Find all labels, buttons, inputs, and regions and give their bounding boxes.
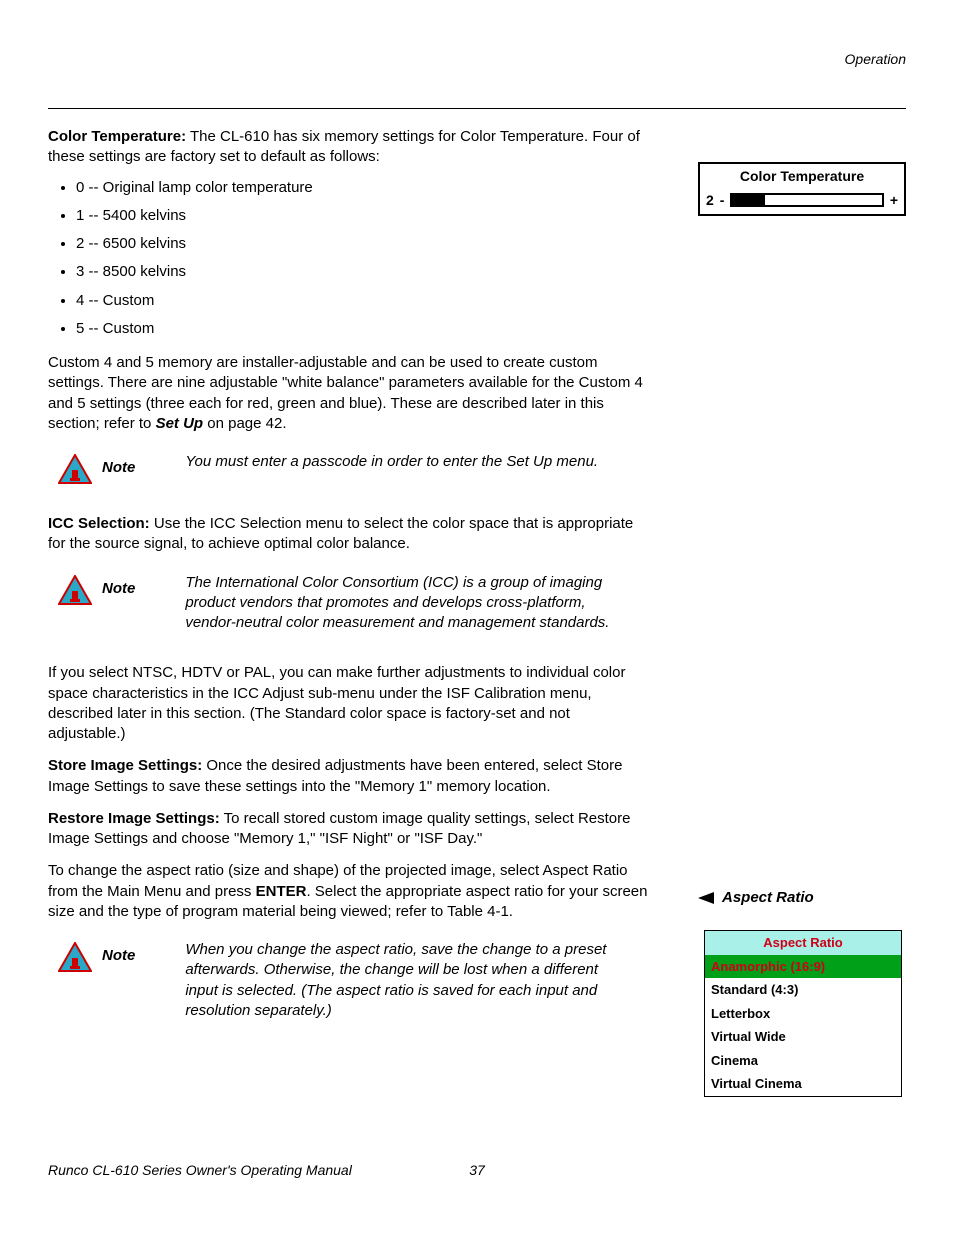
color-temp-title: Color Temperature xyxy=(700,164,904,189)
note-text: The International Color Consortium (ICC)… xyxy=(185,573,615,634)
aspect-menu-title: Aspect Ratio xyxy=(705,930,901,955)
list-item: 1 -- 5400 kelvins xyxy=(76,206,648,226)
note-label: Note xyxy=(102,579,135,599)
icc-paragraph: ICC Selection: Use the ICC Selection men… xyxy=(48,514,648,555)
list-item: 2 -- 6500 kelvins xyxy=(76,234,648,254)
warning-icon xyxy=(58,942,92,972)
arrow-left-icon xyxy=(698,892,714,904)
aspect-ratio-menu: Aspect Ratio Anamorphic (16:9) Standard … xyxy=(704,930,902,1097)
ct-setting-list: 0 -- Original lamp color temperature 1 -… xyxy=(76,178,648,340)
store-heading: Store Image Settings: xyxy=(48,757,202,774)
plus-icon[interactable]: + xyxy=(890,191,898,210)
warning-icon xyxy=(58,454,92,484)
note-block-2: Note The International Color Consortium … xyxy=(58,573,648,634)
icc-heading: ICC Selection: xyxy=(48,515,150,532)
section-header: Operation xyxy=(845,50,906,69)
note-label: Note xyxy=(102,458,135,478)
aspect-item-standard[interactable]: Standard (4:3) xyxy=(705,978,901,1002)
minus-icon[interactable]: - xyxy=(720,191,725,210)
color-temp-slider-row: 2 - + xyxy=(700,189,904,214)
text: on page 42. xyxy=(203,415,286,432)
warning-icon xyxy=(58,575,92,605)
page-number: 37 xyxy=(48,1161,906,1180)
footer: Runco CL-610 Series Owner's Operating Ma… xyxy=(48,1161,906,1180)
sidebar: Color Temperature 2 - + Aspect Ratio Asp… xyxy=(698,162,906,1097)
enter-label: ENTER xyxy=(256,883,307,900)
list-item: 5 -- Custom xyxy=(76,319,648,339)
color-temp-widget: Color Temperature 2 - + xyxy=(698,162,906,216)
aspect-item-letterbox[interactable]: Letterbox xyxy=(705,1002,901,1026)
aspect-item-cinema[interactable]: Cinema xyxy=(705,1049,901,1073)
aspect-item-anamorphic[interactable]: Anamorphic (16:9) xyxy=(705,955,901,979)
note-block-1: Note You must enter a passcode in order … xyxy=(58,452,648,484)
note-block-3: Note When you change the aspect ratio, s… xyxy=(58,940,648,1021)
list-item: 3 -- 8500 kelvins xyxy=(76,262,648,282)
color-temp-fill xyxy=(732,195,765,205)
color-temp-value: 2 xyxy=(706,191,714,210)
ct-custom-paragraph: Custom 4 and 5 memory are installer-adju… xyxy=(48,353,648,434)
ct-paragraph: Color Temperature: The CL-610 has six me… xyxy=(48,127,648,168)
aspect-heading-text: Aspect Ratio xyxy=(722,888,814,908)
aspect-item-virtual-wide[interactable]: Virtual Wide xyxy=(705,1025,901,1049)
setup-link[interactable]: Set Up xyxy=(156,415,204,432)
restore-heading: Restore Image Settings: xyxy=(48,810,220,827)
restore-paragraph: Restore Image Settings: To recall stored… xyxy=(48,809,648,850)
aspect-item-virtual-cinema[interactable]: Virtual Cinema xyxy=(705,1072,901,1096)
aspect-paragraph: To change the aspect ratio (size and sha… xyxy=(48,861,648,922)
store-paragraph: Store Image Settings: Once the desired a… xyxy=(48,756,648,797)
note-text: When you change the aspect ratio, save t… xyxy=(185,940,615,1021)
rule xyxy=(48,108,906,109)
aspect-ratio-heading: Aspect Ratio xyxy=(698,888,906,908)
note-text: You must enter a passcode in order to en… xyxy=(185,452,615,472)
main-content: Color Temperature: The CL-610 has six me… xyxy=(48,127,648,1051)
color-temp-bar[interactable] xyxy=(730,193,883,207)
list-item: 4 -- Custom xyxy=(76,291,648,311)
note-label: Note xyxy=(102,946,135,966)
list-item: 0 -- Original lamp color temperature xyxy=(76,178,648,198)
text: Custom 4 and 5 memory are installer-adju… xyxy=(48,354,643,432)
icc-paragraph-2: If you select NTSC, HDTV or PAL, you can… xyxy=(48,663,648,744)
ct-heading: Color Temperature: xyxy=(48,128,186,145)
